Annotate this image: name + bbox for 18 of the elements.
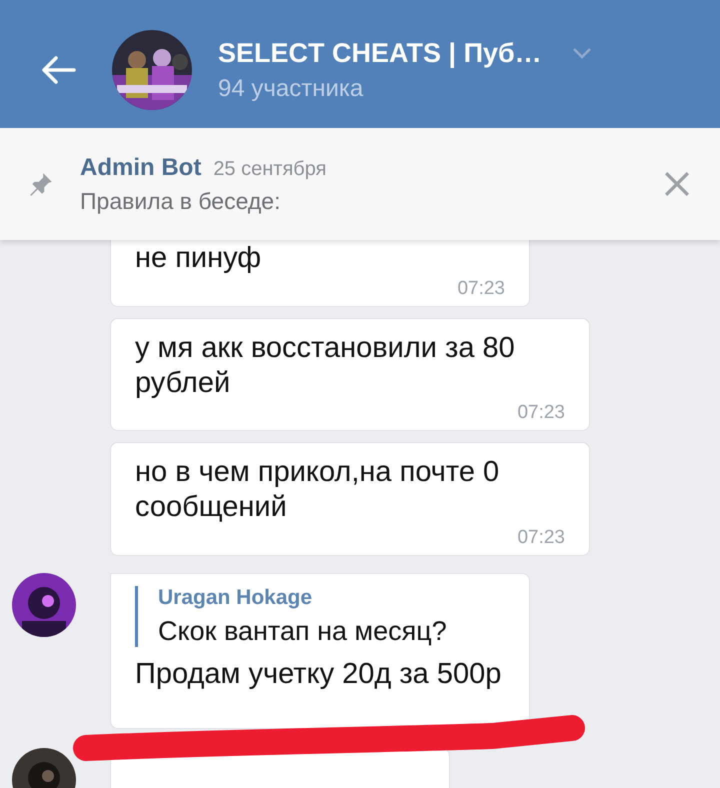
member-count: 94 участника <box>218 74 364 102</box>
pinned-date: 25 сентября <box>213 158 326 180</box>
message-text: у мя акк восстановили за 80 рублей <box>135 330 516 400</box>
pin-icon <box>28 171 54 197</box>
quote-author: Uragan Hokage <box>158 586 314 610</box>
message-time: 07:23 <box>517 402 565 424</box>
back-arrow-icon[interactable] <box>40 55 76 85</box>
message-text: Продам учетку 20д за 500р <box>135 656 502 692</box>
close-icon[interactable] <box>664 171 690 197</box>
message-time: 07:23 <box>457 278 505 300</box>
chat-title[interactable]: SELECT CHEATS | Пуб… <box>218 38 542 68</box>
pinned-text[interactable]: Правила в беседе: <box>80 188 664 214</box>
pinned-author: Admin Bot <box>80 154 202 182</box>
message-time: 07:23 <box>517 526 565 549</box>
quote-text: Скок вантап на месяц? <box>158 616 448 647</box>
message-text: не пинуф <box>135 241 262 276</box>
chevron-down-icon[interactable] <box>572 47 592 59</box>
message-text: но в чем прикол,на почте 0 сообщений <box>135 455 500 525</box>
